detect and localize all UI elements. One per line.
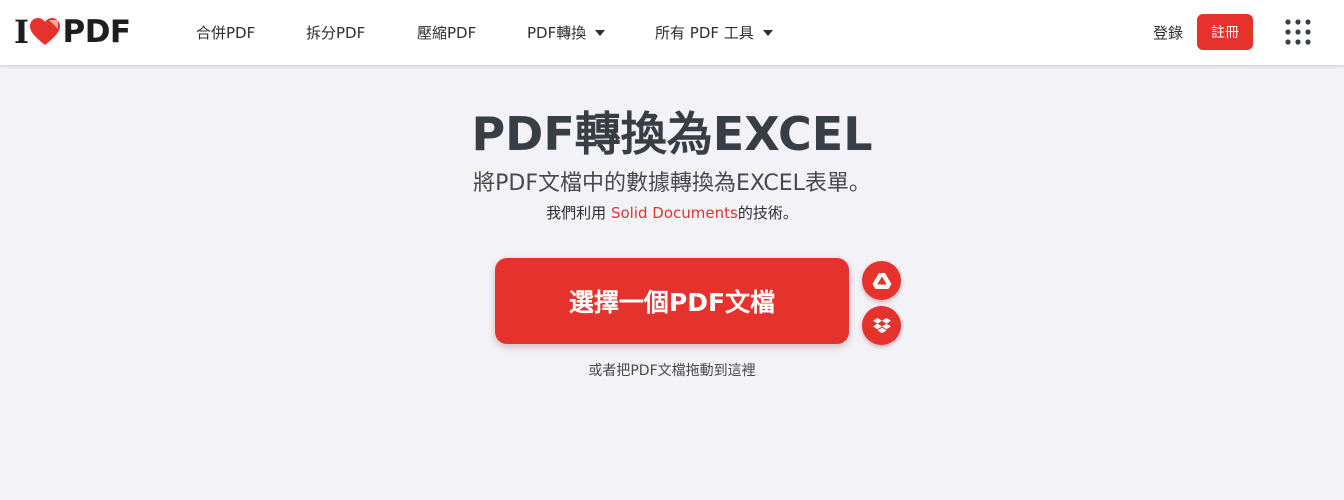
nav-label: 壓縮PDF (417, 24, 477, 42)
logo-suffix: PDF (62, 14, 131, 50)
nav-all-pdf-tools-dropdown[interactable]: 所有 PDF 工具 (655, 22, 773, 43)
nav-convert-pdf-dropdown[interactable]: PDF轉換 (527, 22, 606, 43)
google-drive-icon (872, 272, 891, 289)
page-subtitle: 將PDF文檔中的數據轉換為EXCEL表單。 (473, 171, 871, 196)
google-drive-button[interactable] (862, 261, 901, 300)
nav-label: 拆分PDF (306, 24, 366, 42)
nav-label: PDF轉換 (527, 24, 587, 42)
caret-down-icon (762, 29, 773, 36)
credit-prefix: 我們利用 (546, 204, 611, 222)
credit-suffix: 的技術。 (737, 204, 798, 222)
logo-prefix: I (14, 13, 29, 51)
nav-label: 合併PDF (196, 24, 256, 42)
login-link[interactable]: 登錄 (1153, 22, 1183, 43)
solid-documents-link[interactable]: Solid Documents (611, 204, 738, 222)
dropbox-icon (872, 317, 891, 333)
nav-merge-pdf[interactable]: 合併PDF (196, 22, 255, 43)
caret-down-icon (595, 29, 606, 36)
ilovepdf-logo[interactable]: I PDF (14, 13, 131, 51)
grid-dots-icon[interactable] (1284, 18, 1312, 46)
top-header: I PDF 合併PDF 拆分PDF 壓縮PDF PDF轉換 所有 PDF 工具 … (0, 0, 1344, 65)
dropbox-button[interactable] (862, 306, 901, 345)
technology-credit: 我們利用 Solid Documents的技術。 (0, 202, 1344, 223)
drag-drop-hint: 或者把PDF文檔拖動到這裡 (588, 363, 756, 379)
page-title: PDF轉換為EXCEL (471, 107, 873, 161)
nav-compress-pdf[interactable]: 壓縮PDF (417, 22, 476, 43)
signup-button[interactable]: 註冊 (1197, 14, 1253, 50)
select-pdf-file-button[interactable]: 選擇一個PDF文檔 (495, 258, 849, 344)
nav-split-pdf[interactable]: 拆分PDF (306, 22, 365, 43)
heart-icon (30, 18, 61, 45)
nav-label: 所有 PDF 工具 (655, 24, 754, 42)
